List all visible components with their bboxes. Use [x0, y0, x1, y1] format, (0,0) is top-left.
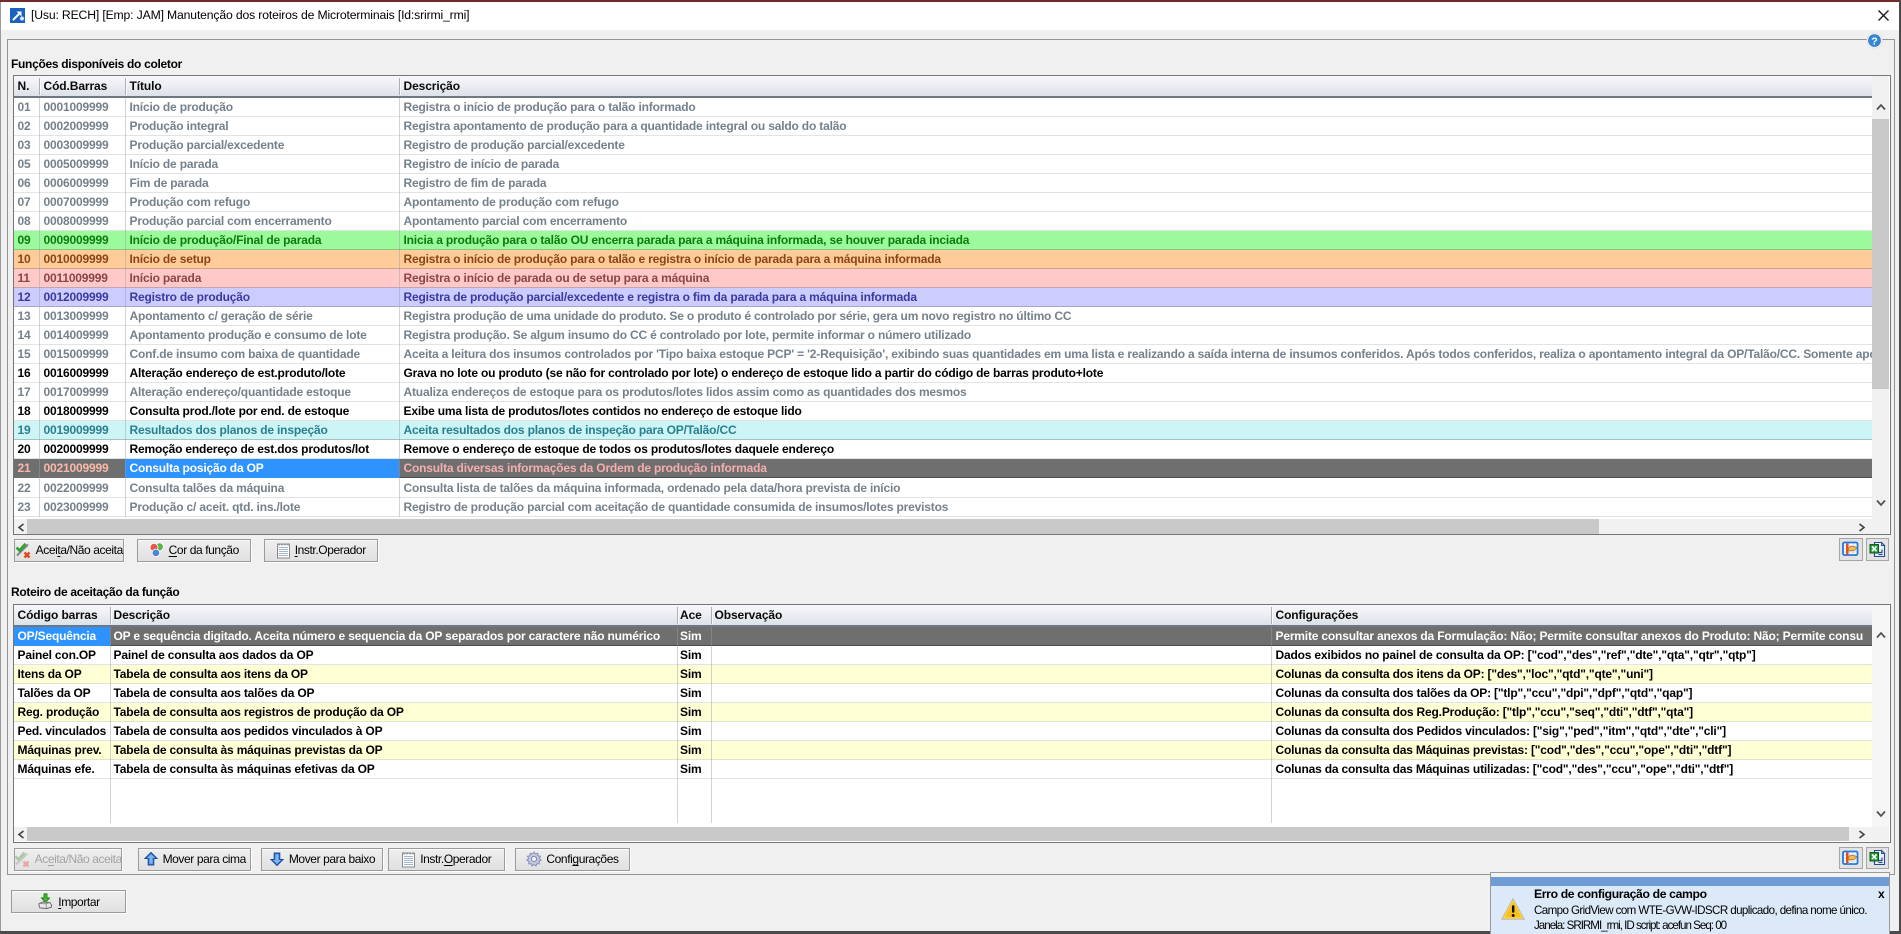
- svg-text:?: ?: [1871, 35, 1877, 47]
